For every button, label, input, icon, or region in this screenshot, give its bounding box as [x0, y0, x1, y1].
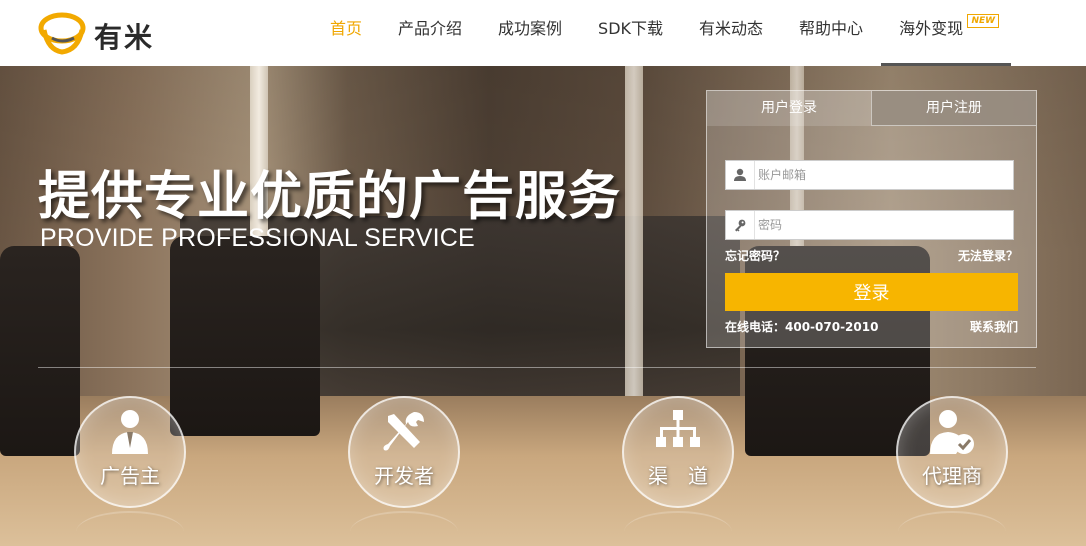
cannot-login-link[interactable]: 无法登录？	[958, 247, 1018, 264]
role-developer[interactable]: 开发者	[348, 396, 460, 508]
site-header: 有米 首页 产品介绍 成功案例 SDK下载 有米动态 帮助中心 海外变现 NEW	[0, 0, 1086, 66]
login-button[interactable]: 登录	[725, 273, 1018, 311]
password-input[interactable]	[758, 211, 1006, 239]
forgot-password-link[interactable]: 忘记密码？	[725, 249, 785, 263]
reflection	[350, 511, 458, 546]
hero-subtitle: PROVIDE PROFESSIONAL SERVICE	[40, 224, 475, 252]
role-agent[interactable]: 代理商	[896, 396, 1008, 508]
login-tabs: 用户登录 用户注册	[707, 91, 1036, 126]
nav-overseas-label: 海外变现	[899, 19, 964, 38]
hero-divider	[38, 367, 1036, 368]
login-footer: 在线电话：400-070-2010 联系我们	[725, 318, 1018, 335]
chair-silhouette	[0, 246, 80, 456]
role-label: 渠 道	[648, 464, 708, 488]
agent-check-icon	[930, 410, 974, 454]
email-input[interactable]	[758, 161, 1006, 189]
user-icon	[726, 161, 755, 189]
role-channel[interactable]: 渠 道	[622, 396, 734, 508]
window-frame	[625, 66, 643, 396]
role-label: 开发者	[374, 464, 434, 488]
logo-bowl-icon	[38, 12, 86, 55]
tab-login[interactable]: 用户登录	[707, 91, 871, 126]
hero-banner: 提供专业优质的广告服务 PROVIDE PROFESSIONAL SERVICE…	[0, 66, 1086, 546]
nav-sdk-download[interactable]: SDK下载	[580, 0, 681, 66]
contact-us-link[interactable]: 联系我们	[970, 318, 1018, 335]
role-label: 代理商	[922, 464, 982, 488]
nav-cases[interactable]: 成功案例	[480, 0, 580, 66]
advertiser-icon	[112, 410, 148, 454]
nav-home[interactable]: 首页	[312, 0, 380, 66]
key-icon	[726, 211, 755, 239]
chair-silhouette	[170, 236, 320, 436]
reflection	[624, 511, 732, 546]
reflection	[898, 511, 1006, 546]
hero-title: 提供专业优质的广告服务	[38, 167, 622, 227]
main-nav: 首页 产品介绍 成功案例 SDK下载 有米动态 帮助中心 海外变现 NEW	[312, 0, 1012, 66]
new-badge: NEW	[967, 14, 1000, 28]
logo-text: 有米	[94, 21, 155, 54]
nav-help[interactable]: 帮助中心	[781, 0, 881, 66]
nav-news[interactable]: 有米动态	[681, 0, 781, 66]
role-label: 广告主	[100, 464, 160, 488]
phone-text: 在线电话：400-070-2010	[725, 320, 879, 334]
logo[interactable]: 有米	[38, 8, 168, 56]
tab-register[interactable]: 用户注册	[871, 91, 1036, 126]
login-links: 忘记密码？ 无法登录？	[725, 247, 1018, 264]
developer-tools-icon	[383, 412, 424, 451]
login-panel: 用户登录 用户注册 忘记密码？ 无法登录？ 登录 在线电话：400-070-20…	[706, 90, 1037, 348]
channel-tree-icon	[656, 410, 700, 447]
nav-products[interactable]: 产品介绍	[380, 0, 480, 66]
nav-overseas[interactable]: 海外变现 NEW	[881, 0, 1012, 66]
email-field	[725, 160, 1014, 190]
password-field	[725, 210, 1014, 240]
role-advertiser[interactable]: 广告主	[74, 396, 186, 508]
reflection	[76, 511, 184, 546]
